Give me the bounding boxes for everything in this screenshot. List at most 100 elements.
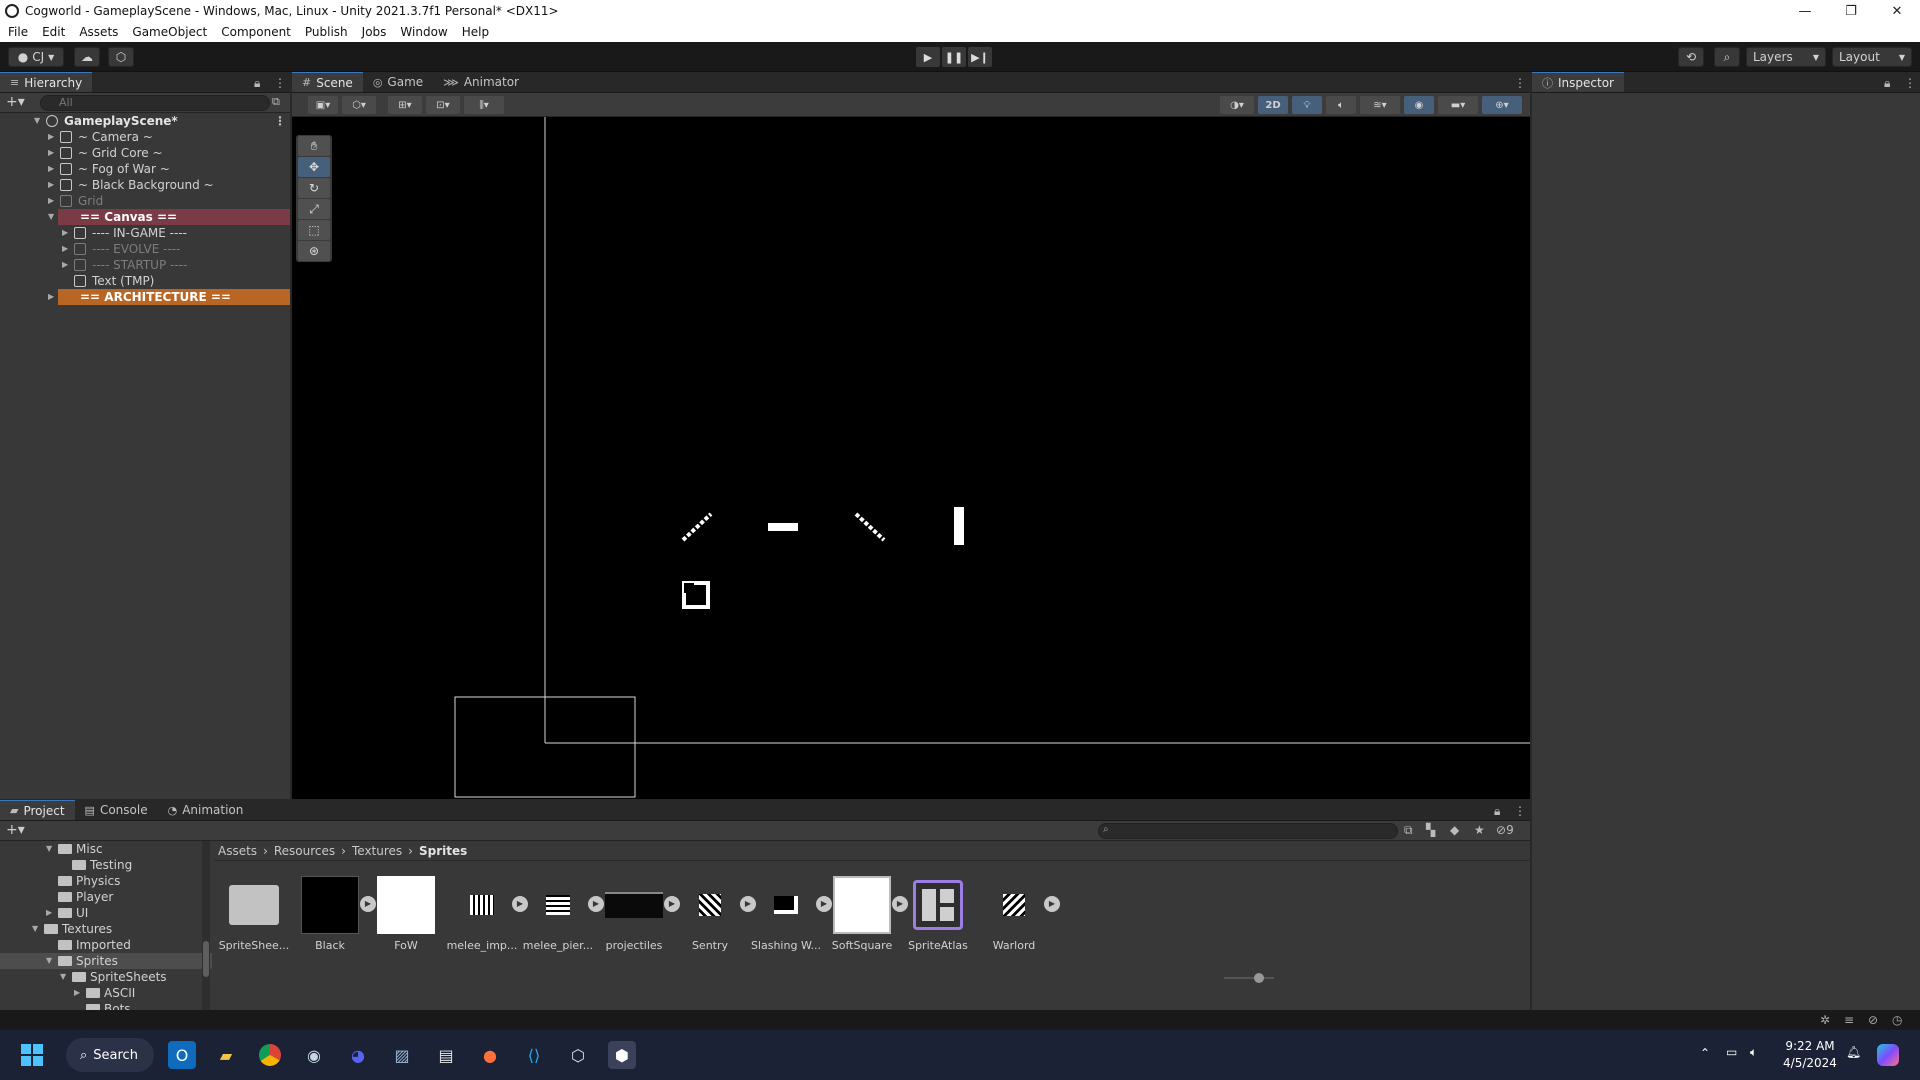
hierarchy-item[interactable]: ▼ == Canvas == bbox=[48, 209, 290, 225]
tree-item[interactable]: ▼ Textures bbox=[0, 921, 212, 937]
layout-dropdown[interactable]: Layout ▼ bbox=[1832, 47, 1912, 67]
tab-project[interactable]: ▰ Project bbox=[0, 800, 75, 820]
lock-icon[interactable]: 🔒︎ bbox=[254, 76, 260, 91]
file-explorer-icon[interactable]: ▰ bbox=[212, 1041, 240, 1069]
lock-icon[interactable]: 🔒︎ bbox=[1884, 76, 1890, 91]
breadcrumb-item[interactable]: Sprites bbox=[419, 844, 467, 858]
tab-game[interactable]: ◎ Game bbox=[363, 72, 433, 92]
unity-editor-icon[interactable]: ⬢ bbox=[608, 1041, 636, 1069]
vscode-icon[interactable]: ⟨⟩ bbox=[520, 1041, 548, 1069]
expand-arrow-icon[interactable]: ▼ bbox=[32, 921, 38, 937]
tab-console[interactable]: ▤ Console bbox=[75, 800, 158, 820]
render-mode-dropdown[interactable]: ◑▾ bbox=[1220, 96, 1254, 114]
history-button[interactable]: ⟲ bbox=[1678, 47, 1704, 67]
debug-icon[interactable]: ✲ bbox=[1820, 1013, 1830, 1027]
project-search-input[interactable]: ⌕ bbox=[1098, 823, 1398, 839]
tree-item[interactable]: Player bbox=[0, 889, 212, 905]
hierarchy-item[interactable]: ▶ Grid bbox=[0, 193, 290, 209]
menu-assets[interactable]: Assets bbox=[79, 25, 118, 39]
expand-arrow-icon[interactable]: ▼ bbox=[34, 113, 44, 129]
search-filter-icon[interactable]: ⧉ bbox=[1404, 823, 1413, 838]
snap-dropdown[interactable]: ⊞▾ bbox=[388, 96, 422, 114]
kebab-menu-icon[interactable]: ⋮ bbox=[274, 76, 286, 90]
favorite-icon[interactable]: ★ bbox=[1474, 823, 1485, 837]
network-icon[interactable]: ⊘ bbox=[1868, 1013, 1878, 1027]
menu-help[interactable]: Help bbox=[462, 25, 489, 39]
asset-item[interactable]: Slashing W... bbox=[750, 875, 822, 952]
asset-item[interactable]: SpriteAtlas bbox=[902, 875, 974, 952]
scene-visibility-toggle[interactable]: ◉ bbox=[1404, 96, 1434, 114]
thumbnail-size-slider[interactable] bbox=[1224, 973, 1274, 983]
increment-snap-dropdown[interactable]: ⫼▾ bbox=[464, 96, 504, 114]
expand-arrow-icon[interactable]: ▶ bbox=[62, 241, 72, 257]
add-icon[interactable]: +▾ bbox=[6, 94, 25, 110]
notepad-icon[interactable]: ▤ bbox=[432, 1041, 460, 1069]
bell-icon[interactable]: 🔔︎ bbox=[1846, 1045, 1861, 1059]
kebab-menu-icon[interactable]: ⋮ bbox=[274, 113, 286, 129]
breadcrumb-item[interactable]: Textures bbox=[352, 844, 402, 858]
expand-arrow-icon[interactable]: ▶ bbox=[48, 161, 58, 177]
draw-mode-dropdown[interactable]: ▣▾ bbox=[308, 96, 338, 114]
lighting-toggle-button[interactable]: 💡︎ bbox=[1292, 96, 1322, 114]
chevron-up-icon[interactable]: ⌃ bbox=[1700, 1046, 1710, 1060]
outlook-icon[interactable]: O bbox=[168, 1041, 196, 1069]
expand-arrow-icon[interactable]: ▼ bbox=[60, 969, 66, 985]
volume-icon[interactable]: 🔈︎ bbox=[1750, 1045, 1757, 1060]
menu-component[interactable]: Component bbox=[221, 25, 291, 39]
expand-arrow-icon[interactable]: ▶ bbox=[48, 177, 58, 193]
breadcrumb-item[interactable]: Resources bbox=[274, 844, 335, 858]
collab-button[interactable]: ⬡ bbox=[108, 47, 134, 67]
hierarchy-item[interactable]: ▶ ~ Fog of War ~ bbox=[0, 161, 290, 177]
tree-item[interactable]: ▶ ASCII bbox=[0, 985, 212, 1001]
kebab-menu-icon[interactable]: ⋮ bbox=[1514, 804, 1526, 818]
asset-item[interactable]: Sentry bbox=[674, 875, 746, 952]
tab-animator[interactable]: ⋙ Animator bbox=[433, 72, 529, 92]
kebab-menu-icon[interactable]: ⋮ bbox=[1904, 76, 1916, 90]
hierarchy-item[interactable]: ▶ ---- EVOLVE ---- bbox=[0, 241, 290, 257]
tab-scene[interactable]: # Scene bbox=[292, 72, 363, 92]
firefox-icon[interactable]: ● bbox=[476, 1041, 504, 1069]
slider-thumb[interactable] bbox=[1254, 973, 1264, 983]
expand-sprite-icon[interactable]: ▶ bbox=[1044, 896, 1060, 912]
gizmos-dropdown[interactable]: ⊕▾ bbox=[1482, 96, 1522, 114]
unity-hub-icon[interactable]: ⬡ bbox=[564, 1041, 592, 1069]
asset-item[interactable]: SoftSquare bbox=[826, 875, 898, 952]
scene-viewport[interactable]: ✋︎ ✥ ↻ ⤢ ⬚ ⊛ bbox=[292, 117, 1530, 799]
scrollbar-thumb[interactable] bbox=[203, 941, 209, 977]
expand-arrow-icon[interactable]: ▶ bbox=[62, 257, 72, 273]
taskbar-search-button[interactable]: ⌕ Search bbox=[66, 1038, 154, 1072]
type-filter-icon[interactable]: ▚ bbox=[1426, 823, 1435, 837]
close-icon[interactable]: ✕ bbox=[1874, 0, 1920, 22]
step-button[interactable]: ▶❙ bbox=[968, 47, 992, 67]
progress-icon[interactable]: ◷ bbox=[1892, 1013, 1902, 1027]
asset-item[interactable]: melee_pier... bbox=[522, 875, 594, 952]
breadcrumb-item[interactable]: Assets bbox=[218, 844, 257, 858]
search-button[interactable]: ⌕ bbox=[1714, 47, 1740, 67]
hierarchy-item[interactable]: ▶ ---- STARTUP ---- bbox=[0, 257, 290, 273]
2d-toggle-button[interactable]: 2D bbox=[1258, 96, 1288, 114]
account-dropdown[interactable]: ● CJ ▼ bbox=[8, 47, 64, 67]
asset-item[interactable]: Warlord bbox=[978, 875, 1050, 952]
effects-dropdown[interactable]: ≋▾ bbox=[1360, 96, 1400, 114]
tree-item[interactable]: ▶ UI bbox=[0, 905, 212, 921]
expand-arrow-icon[interactable]: ▶ bbox=[74, 985, 80, 1001]
pause-button[interactable]: ❚❚ bbox=[942, 47, 966, 67]
label-filter-icon[interactable]: ◆ bbox=[1450, 823, 1459, 837]
play-button[interactable]: ▶ bbox=[916, 47, 940, 67]
restore-icon[interactable]: ❐ bbox=[1828, 0, 1874, 22]
menu-publish[interactable]: Publish bbox=[305, 25, 348, 39]
lock-icon[interactable]: 🔒︎ bbox=[1494, 804, 1500, 819]
camera-dropdown[interactable]: ▬▾ bbox=[1438, 96, 1478, 114]
expand-arrow-icon[interactable]: ▶ bbox=[48, 289, 58, 305]
discord-icon[interactable]: ◕ bbox=[344, 1041, 372, 1069]
windows-start-icon[interactable] bbox=[18, 1041, 46, 1069]
tab-animation[interactable]: ◔ Animation bbox=[158, 800, 254, 820]
expand-arrow-icon[interactable]: ▶ bbox=[62, 225, 72, 241]
menu-jobs[interactable]: Jobs bbox=[362, 25, 387, 39]
tree-item[interactable]: Physics bbox=[0, 873, 212, 889]
shading-dropdown[interactable]: ⬡▾ bbox=[342, 96, 376, 114]
tree-item[interactable]: Bots bbox=[0, 1001, 212, 1010]
copilot-icon[interactable] bbox=[1874, 1041, 1902, 1069]
asset-item[interactable]: projectiles bbox=[598, 875, 670, 952]
kebab-menu-icon[interactable]: ⋮ bbox=[1514, 76, 1526, 90]
